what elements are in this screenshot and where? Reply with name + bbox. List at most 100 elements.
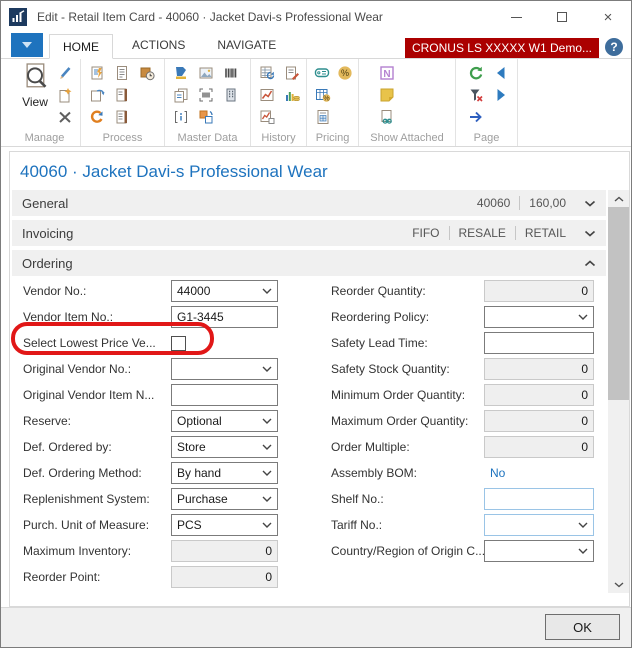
chevron-down-icon[interactable]: [584, 200, 596, 207]
links-icon[interactable]: [377, 107, 397, 127]
order-schedule-icon[interactable]: [137, 63, 157, 83]
section-header-general[interactable]: General 40060 160,00: [12, 190, 606, 216]
order-multiple-input: 0: [484, 436, 594, 458]
store-building-icon[interactable]: [221, 85, 241, 105]
turnover-chart-icon[interactable]: [282, 85, 302, 105]
window-title: Edit - Retail Item Card - 40060 · Jacket…: [37, 10, 383, 24]
help-button[interactable]: ?: [605, 38, 623, 56]
next-record-icon[interactable]: [491, 85, 511, 105]
close-button[interactable]: ×: [585, 1, 631, 33]
chevron-down-icon[interactable]: [584, 230, 596, 237]
chevron-down-icon: [262, 470, 272, 476]
section-header-ordering[interactable]: Ordering: [12, 250, 606, 276]
vertical-scrollbar[interactable]: [608, 190, 629, 593]
chevron-down-icon: [578, 522, 588, 528]
replenishment-system-label: Replenishment System:: [23, 492, 171, 506]
notes-icon[interactable]: [377, 85, 397, 105]
field-row-reorder-point: Reorder Point:0: [23, 564, 278, 590]
clear-filter-icon[interactable]: [466, 85, 486, 105]
attributes-icon[interactable]: [171, 107, 191, 127]
price-table-icon[interactable]: %: [313, 85, 333, 105]
tariff-no-combobox[interactable]: [484, 514, 594, 536]
replenishment-system-combobox[interactable]: Purchase: [171, 488, 278, 510]
price-list-icon[interactable]: [313, 107, 333, 127]
company-badge: CRONUS LS XXXXX W1 Demo...: [405, 38, 599, 58]
section-name: General: [22, 196, 68, 211]
picture-icon[interactable]: [196, 63, 216, 83]
scroll-up-button[interactable]: [608, 190, 629, 207]
reorder-quantity-input: 0: [484, 280, 594, 302]
scroll-down-button[interactable]: [608, 576, 629, 593]
view-button[interactable]: View: [15, 62, 55, 127]
requisition-refresh-icon[interactable]: [87, 107, 107, 127]
refresh-icon[interactable]: [466, 63, 486, 83]
def-ordered-by-label: Def. Ordered by:: [23, 440, 171, 454]
copy-document-icon[interactable]: [87, 85, 107, 105]
ribbon-group-master-data: Master Data: [165, 59, 251, 146]
onenote-icon[interactable]: N: [377, 63, 397, 83]
safety-stock-quantity-input: 0: [484, 358, 594, 380]
maximize-button[interactable]: [539, 1, 585, 33]
document-icon[interactable]: [112, 63, 132, 83]
maximum-order-quantity-label: Maximum Order Quantity:: [331, 414, 484, 428]
def-ordering-method-label: Def. Ordering Method:: [23, 466, 171, 480]
entry-statistics-icon[interactable]: [257, 107, 277, 127]
footer-bar: OK: [1, 607, 631, 647]
field-row-def-ordering-method: Def. Ordering Method: By hand: [23, 460, 278, 486]
field-row-def-ordered-by: Def. Ordered by: Store: [23, 434, 278, 460]
original-vendor-no-combobox[interactable]: [171, 358, 278, 380]
statistics-document-icon[interactable]: [282, 63, 302, 83]
def-ordering-method-value: By hand: [177, 466, 262, 480]
ordering-right-column: Reorder Quantity:0Reordering Policy:Safe…: [331, 278, 594, 564]
ledger-entries-icon[interactable]: [257, 63, 277, 83]
application-menu-button[interactable]: [11, 33, 43, 57]
vendor-item-no-input[interactable]: G1-3445: [171, 306, 278, 328]
select-lowest-price-vendor-checkbox[interactable]: [171, 336, 186, 351]
price-tag-icon[interactable]: [313, 63, 331, 83]
discount-percent-icon[interactable]: %: [336, 63, 354, 83]
tab-actions[interactable]: ACTIONS: [119, 33, 198, 58]
svg-text:N: N: [383, 69, 390, 80]
item-journal-icon[interactable]: [87, 63, 107, 83]
previous-record-icon[interactable]: [491, 63, 511, 83]
ribbon-group-label: Process: [81, 132, 164, 144]
def-ordering-method-combobox[interactable]: By hand: [171, 462, 278, 484]
assembly-bom-link[interactable]: No: [484, 466, 505, 480]
section-header-invoicing[interactable]: Invoicing FIFO RESALE RETAIL: [12, 220, 606, 246]
ok-button[interactable]: OK: [545, 614, 620, 640]
translations-icon[interactable]: [196, 107, 216, 127]
new-document-icon[interactable]: [55, 85, 75, 105]
country-region-of-origin-code-combobox[interactable]: [484, 540, 594, 562]
chevron-up-icon[interactable]: [584, 260, 596, 267]
original-vendor-item-no-input[interactable]: [171, 384, 278, 406]
barcode-icon[interactable]: [221, 63, 241, 83]
reorder-quantity-value: 0: [490, 284, 588, 298]
minimize-button[interactable]: [493, 1, 539, 33]
copy-item-icon[interactable]: [171, 85, 191, 105]
go-to-icon[interactable]: [466, 107, 486, 127]
reserve-combobox[interactable]: Optional: [171, 410, 278, 432]
reordering-policy-combobox[interactable]: [484, 306, 594, 328]
invoicing-summary-gen-prod-group: RESALE: [459, 226, 506, 240]
reserve-value: Optional: [177, 414, 262, 428]
ledger-card-icon[interactable]: [112, 107, 132, 127]
shelf-no-input[interactable]: [484, 488, 594, 510]
edit-pencil-icon[interactable]: [55, 63, 75, 83]
def-ordered-by-combobox[interactable]: Store: [171, 436, 278, 458]
style-stamp-icon[interactable]: [171, 63, 191, 83]
vendor-card-icon[interactable]: [112, 85, 132, 105]
section-name: Invoicing: [22, 226, 73, 241]
safety-lead-time-input[interactable]: [484, 332, 594, 354]
tab-navigate[interactable]: NAVIGATE: [204, 33, 289, 58]
scrollbar-thumb[interactable]: [608, 207, 629, 400]
vendor-no-combobox[interactable]: 44000: [171, 280, 278, 302]
tab-home[interactable]: HOME: [49, 34, 113, 59]
barcode-mask-icon[interactable]: [196, 85, 216, 105]
order-multiple-value: 0: [490, 440, 588, 454]
purch-unit-of-measure-combobox[interactable]: PCS: [171, 514, 278, 536]
app-icon: [9, 8, 27, 26]
general-summary-item-no: 40060: [477, 196, 510, 210]
delete-x-icon[interactable]: [55, 107, 75, 127]
def-ordered-by-value: Store: [177, 440, 262, 454]
sales-trend-icon[interactable]: [257, 85, 277, 105]
